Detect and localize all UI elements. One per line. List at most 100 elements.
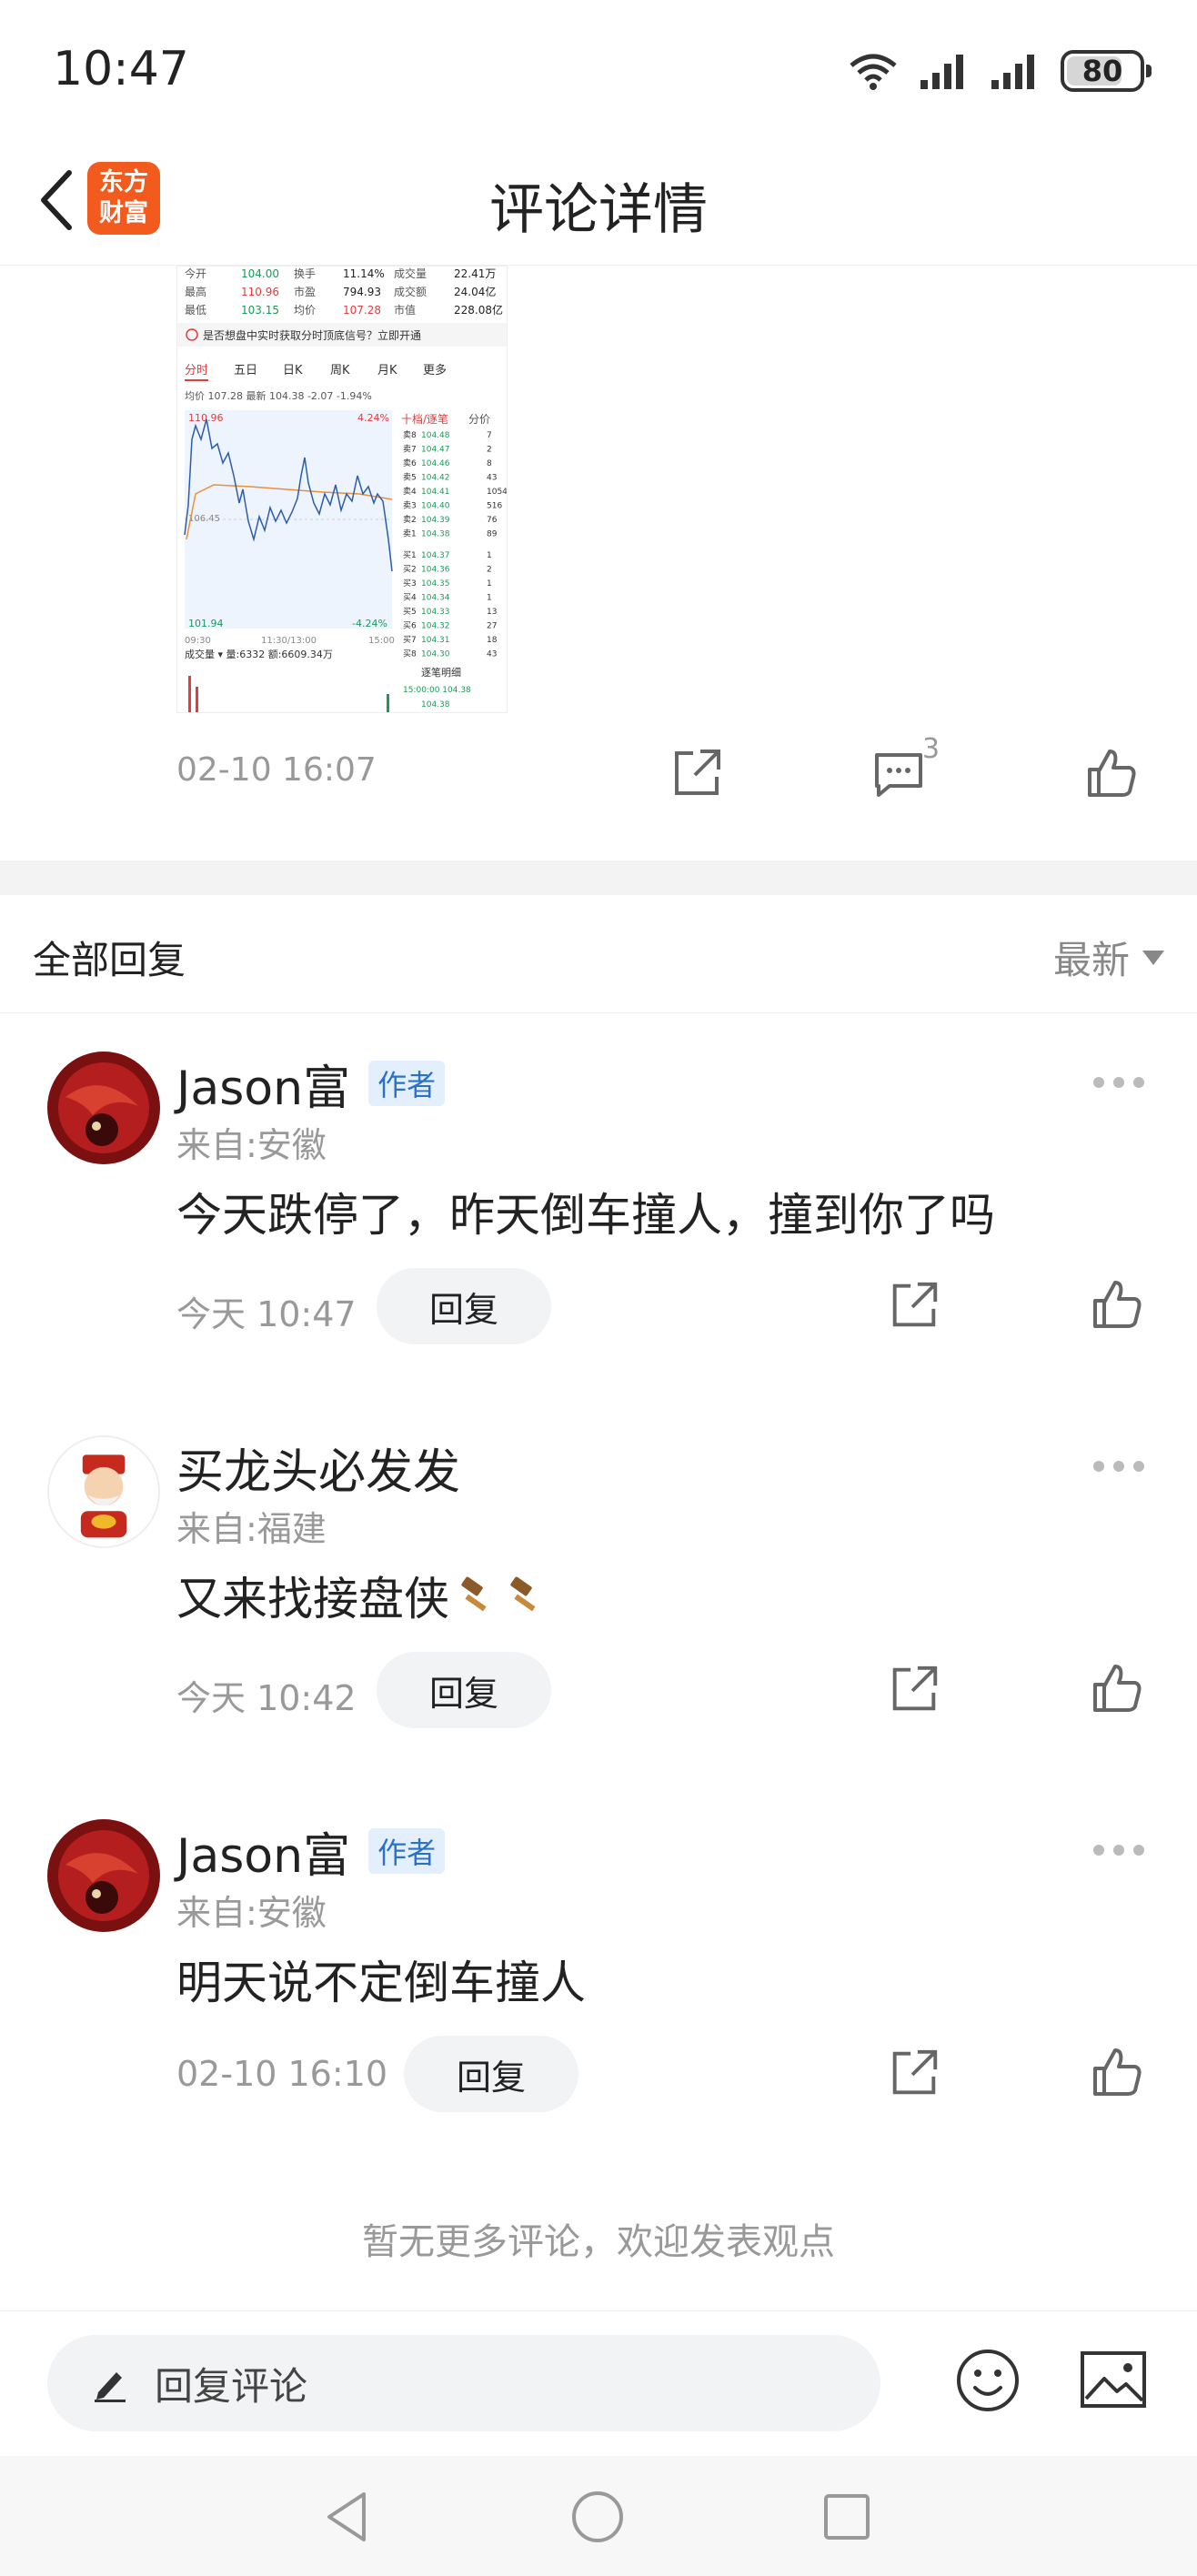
quote-label: 均价 (294, 304, 316, 317)
stock-chart-screenshot: 今开 104.00 最高 110.96 最低 103.15 换手 11.14% … (177, 267, 508, 712)
book-title: 十档/逐笔 (401, 412, 448, 426)
author-name[interactable]: Jason富 (176, 1817, 350, 1886)
signal-icon (920, 55, 963, 89)
fortune-god-avatar-image (49, 1437, 158, 1546)
share-button[interactable] (668, 744, 726, 802)
like-button[interactable] (1082, 744, 1141, 802)
order-book-buy-cell: 买1 (403, 550, 417, 560)
book-tab: 分价 (468, 413, 490, 426)
post-meta: 02-10 16:07 3 (176, 733, 1141, 802)
share-button[interactable] (886, 2045, 942, 2101)
sort-label: 最新 (1052, 938, 1130, 982)
author-badge: 作者 (368, 1828, 446, 1874)
like-button[interactable] (1088, 2043, 1146, 2101)
nav-recents-button[interactable] (815, 2485, 879, 2549)
mid-price: 106.45 (188, 514, 220, 524)
reply-input-placeholder: 回复评论 (155, 2363, 308, 2409)
order-book-buy-cell: 104.34 (421, 594, 450, 603)
hammer-emoji-icon (510, 1576, 536, 1612)
order-book-buy-cell: 1 (487, 579, 492, 589)
reply-input[interactable]: 回复评论 (47, 2335, 880, 2431)
order-book-buy-cell: 104.30 (421, 650, 450, 659)
avatar[interactable] (47, 1819, 160, 1932)
order-book-sell-cell: 卖6 (403, 458, 417, 468)
order-book-sell-cell: 卖4 (403, 487, 417, 497)
comment-time: 今天 10:47 (176, 1294, 357, 1334)
image-icon (1081, 2351, 1146, 2408)
comment-text: 今天跌停了，昨天倒车撞人，撞到你了吗 (176, 1189, 995, 1242)
order-book-buy-cell: 104.31 (421, 636, 450, 645)
quote-value: 110.96 (241, 286, 279, 298)
reply-button[interactable]: 回复 (404, 2036, 578, 2112)
author-badge: 作者 (368, 1061, 446, 1106)
comment-author: Jason富 作者 (176, 1050, 446, 1118)
comment-item: 买龙头必发发 来自:福建 又来找接盘侠 今天 10:42 回复 (0, 1434, 1197, 1728)
order-book-buy-cell: 1 (487, 594, 492, 603)
order-book-buy-cell: 买5 (403, 607, 417, 617)
order-book-sell-cell: 1054 (487, 488, 508, 497)
image-button[interactable] (1079, 2350, 1148, 2410)
quote-label: 成交额 (394, 285, 427, 298)
reply-button[interactable]: 回复 (377, 1268, 551, 1344)
share-icon (675, 750, 720, 795)
author-name[interactable]: Jason富 (176, 1050, 350, 1118)
system-nav-bar (0, 2456, 1197, 2576)
quote-value: 104.00 (241, 267, 279, 280)
comment-location: 来自:安徽 (176, 1893, 327, 1933)
comment-location: 来自:福建 (176, 1509, 327, 1549)
order-book-sell-cell: 卖1 (403, 529, 417, 539)
quote-label: 最高 (185, 285, 206, 298)
share-button[interactable] (886, 1661, 942, 1717)
reply-button[interactable]: 回复 (377, 1652, 551, 1728)
more-options-button[interactable] (1093, 1841, 1144, 1859)
quote-label: 成交量 (394, 267, 427, 280)
order-book-buy-cell: 买6 (403, 621, 417, 631)
nav-home-button[interactable] (566, 2485, 629, 2549)
quote-value: 228.08亿 (454, 303, 503, 317)
thumbs-up-icon (1093, 2048, 1142, 2096)
post-image[interactable]: 今开 104.00 最高 110.96 最低 103.15 换手 11.14% … (176, 266, 508, 713)
hammer-emoji-icon (461, 1576, 487, 1612)
chart-tab: 周K (330, 364, 350, 377)
more-options-button[interactable] (1093, 1073, 1144, 1092)
battery-indicator: 80 (1061, 50, 1152, 92)
quote-label: 市值 (394, 303, 416, 317)
section-divider (0, 860, 1197, 895)
like-button[interactable] (1088, 1275, 1146, 1333)
avatar[interactable] (47, 1052, 160, 1164)
comment-count: 3 (922, 733, 940, 765)
comment-text: 明天说不定倒车撞人 (176, 1957, 586, 2009)
order-book-sell-cell: 2 (487, 446, 492, 455)
order-book-sell-cell: 104.40 (421, 502, 450, 511)
quote-value: 107.28 (343, 304, 381, 317)
order-book-buy-cell: 104.33 (421, 608, 450, 617)
order-book-buy-cell: 43 (487, 650, 497, 659)
more-options-button[interactable] (1093, 1457, 1144, 1475)
nav-back-button[interactable] (317, 2485, 380, 2549)
comment-location: 来自:安徽 (176, 1125, 327, 1165)
order-book-sell-cell: 卖5 (403, 473, 417, 483)
comment-author: Jason富 作者 (176, 1817, 446, 1886)
sort-dropdown[interactable]: 最新 (1053, 930, 1164, 985)
svg-text:15:00:00 104.38: 15:00:00 104.38 (403, 686, 471, 695)
like-button[interactable] (1088, 1659, 1146, 1717)
chart-tab: 日K (283, 364, 303, 377)
order-book-sell-cell: 104.48 (421, 431, 450, 440)
share-button[interactable] (886, 1277, 942, 1333)
avatar[interactable] (47, 1435, 160, 1548)
comment-button[interactable] (870, 744, 928, 802)
emoji-button[interactable] (953, 2346, 1022, 2415)
red-avatar-image (47, 1052, 160, 1164)
order-book-buy-cell: 104.37 (421, 551, 450, 560)
order-book-buy-cell: 买7 (403, 635, 417, 645)
quote-value: 22.41万 (454, 267, 496, 280)
order-book-sell-cell: 104.39 (421, 516, 450, 525)
comment-text-row: 又来找接盘侠 (176, 1563, 548, 1628)
bottom-pct: -4.24% (352, 618, 387, 629)
order-book-buy-cell: 104.35 (421, 579, 450, 589)
bottom-price: 101.94 (188, 618, 224, 629)
author-name[interactable]: 买龙头必发发 (176, 1434, 460, 1502)
order-book-sell-cell: 104.41 (421, 488, 450, 497)
order-book-sell-cell: 516 (487, 502, 502, 511)
quote-value: 103.15 (241, 304, 279, 317)
